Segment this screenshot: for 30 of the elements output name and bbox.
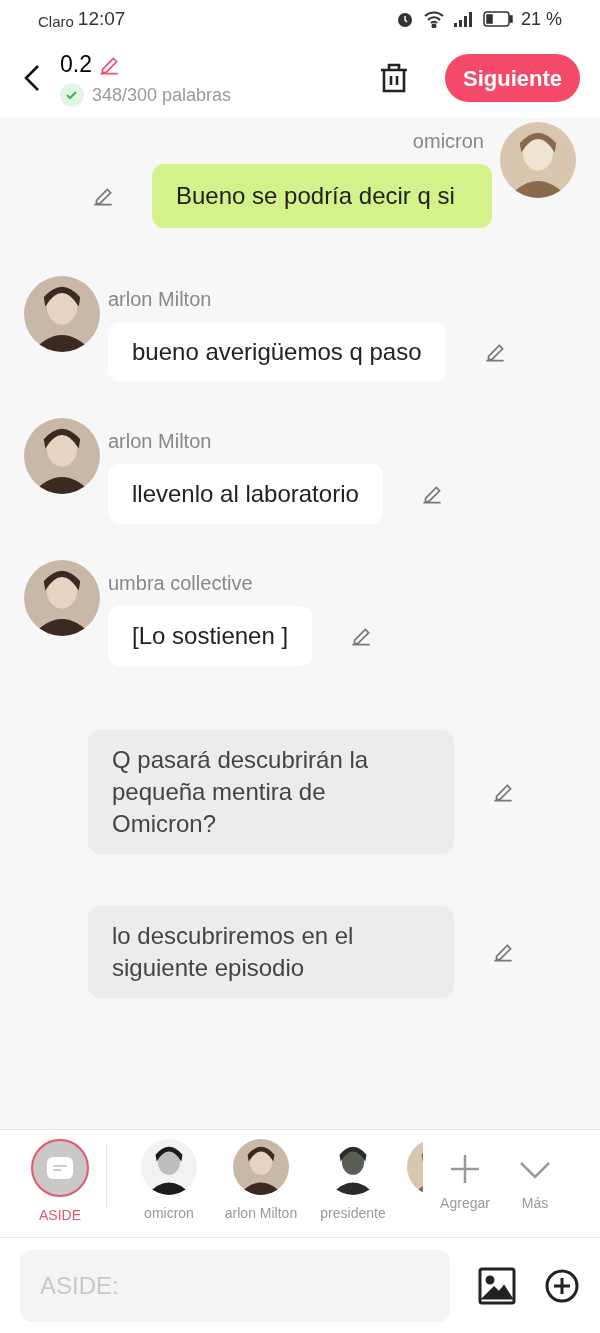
character-option[interactable]: arlon Milton bbox=[215, 1138, 307, 1224]
trash-icon[interactable] bbox=[379, 62, 409, 94]
add-button[interactable]: Agregar bbox=[430, 1153, 500, 1214]
next-button[interactable]: Siguiente bbox=[445, 54, 580, 102]
wifi-icon bbox=[422, 10, 445, 28]
speaker-name: umbra collective bbox=[108, 571, 254, 596]
message-bubble: Bueno se podría decir q si bbox=[152, 164, 492, 228]
check-icon bbox=[60, 83, 84, 108]
battery-percent: 21 % bbox=[520, 7, 562, 31]
speaker-name: arlon Milton bbox=[108, 429, 213, 454]
speaker-name: arlon Milton bbox=[108, 287, 213, 312]
add-circle-icon[interactable] bbox=[544, 1267, 580, 1304]
character-option[interactable]: omicron bbox=[123, 1138, 215, 1224]
plus-icon bbox=[449, 1153, 481, 1185]
narration-bubble: Q pasará descubrirán la pequeña mentira de Omicron? bbox=[88, 730, 454, 854]
word-count: 348/300 palabras bbox=[92, 83, 232, 107]
clock: 12:07 bbox=[77, 6, 126, 31]
message-bubble: [Lo sostienen ] bbox=[108, 606, 313, 666]
note-icon bbox=[47, 1156, 73, 1179]
chapter-title: 0.2 bbox=[60, 50, 92, 80]
battery-icon bbox=[482, 10, 513, 28]
image-icon[interactable] bbox=[478, 1266, 516, 1305]
more-button[interactable]: Más bbox=[500, 1153, 570, 1214]
narration-bubble: lo descubriremos en el siguiente episodio bbox=[88, 906, 454, 998]
message-bubble: llevenlo al laboratorio bbox=[108, 464, 383, 524]
carrier-name: Claro bbox=[38, 11, 74, 32]
speaker-name: omicron bbox=[412, 129, 484, 154]
character-option[interactable]: presidente bbox=[307, 1138, 399, 1224]
message-bubble: bueno averigüemos q paso bbox=[108, 322, 446, 382]
signal-icon bbox=[452, 10, 475, 28]
